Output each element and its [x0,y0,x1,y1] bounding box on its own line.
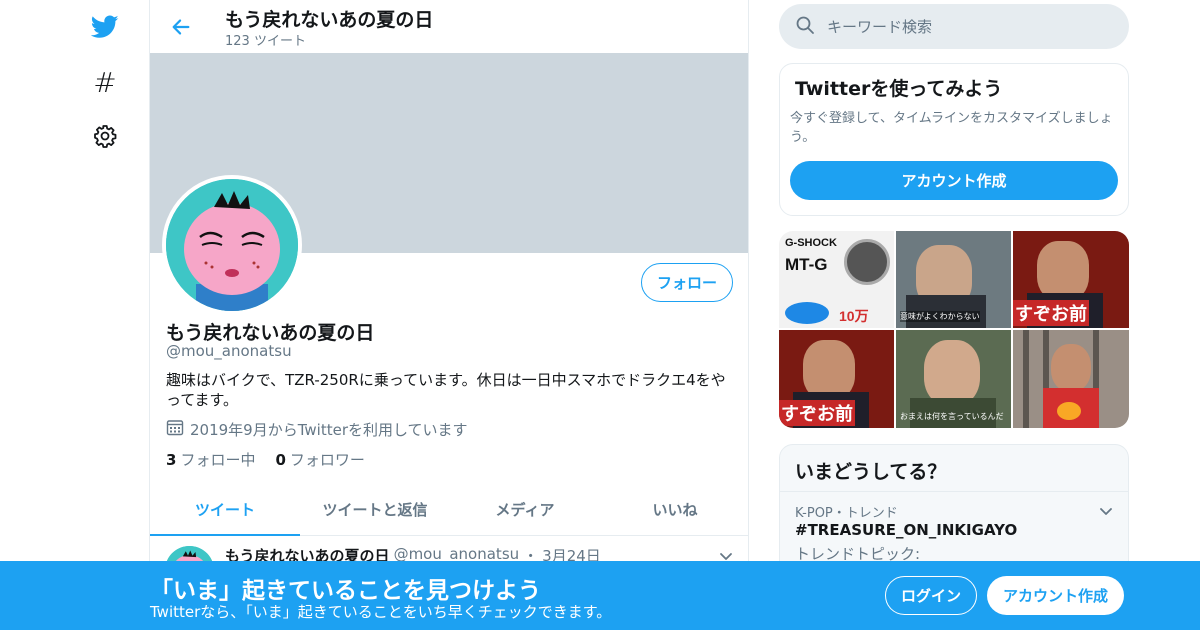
trend-item[interactable]: #TREASURE_ON_INKIGAYO [795,521,1017,539]
trend-meta: K-POP・トレンド [795,506,898,521]
follow-button[interactable]: フォロー [641,263,733,302]
header-title: もう戻れないあの夏の日 [225,9,434,31]
left-nav: # [80,0,130,630]
media-grid: G-SHOCK MT-G 10万 意味がよくわからない すぞお前 すぞお前 おま… [779,231,1129,428]
tweet-count: 123 ツイート [225,34,306,49]
watch-ad-image[interactable]: G-SHOCK MT-G 10万 [779,231,894,328]
signup-card: Twitterを使ってみよう 今すぐ登録して、タイムラインをカスタマイズしましょ… [779,63,1129,216]
signup-card-title: Twitterを使ってみよう [795,78,1003,100]
press-conference-image[interactable]: 意味がよくわからない [896,231,1011,328]
fighter-in-cage-image[interactable] [1013,330,1129,428]
profile-name: もう戻れないあの夏の日 [166,322,375,344]
profile-tabs: ツイート ツイートと返信 メディア いいね [150,484,748,536]
signup-button[interactable]: アカウント作成 [987,576,1124,615]
twitter-bird-icon[interactable] [90,12,120,42]
profile-handle: @mou_anonatsu [166,342,292,360]
search-box[interactable]: キーワード検索 [779,4,1129,49]
signup-bottom-bar: 「いま」起きていることを見つけよう Twitterなら、「いま」起きていることを… [0,561,1200,630]
avatar[interactable] [162,175,302,315]
search-icon [795,15,815,39]
hashtag-explore-icon[interactable]: # [90,66,120,99]
back-arrow-icon[interactable] [168,14,194,40]
profile-bio: 趣味はバイクで、TZR-250Rに乗っています。休日は一日中スマホでドラクエ4を… [166,371,726,409]
signup-card-description: 今すぐ登録して、タイムラインをカスタマイズしましょう。 [790,111,1113,145]
chevron-down-icon[interactable] [1098,503,1114,523]
trends-divider [780,491,1128,492]
bottom-bar-title: 「いま」起きていることを見つけよう [150,578,541,604]
trends-title: いまどうしてる？ [795,461,947,483]
search-input[interactable]: キーワード検索 [827,16,932,37]
tab-likes[interactable]: いいね [600,484,748,535]
tab-tweets[interactable]: ツイート [150,484,300,536]
profile-stats: 3 フォロー中 0 フォロワー [166,449,365,470]
tab-media[interactable]: メディア [450,484,600,535]
following-link[interactable]: 3 フォロー中 [166,449,255,470]
calendar-icon [166,418,184,440]
gear-icon[interactable] [90,121,120,151]
tab-tweets-and-replies[interactable]: ツイートと返信 [300,484,450,535]
joined-text: 2019年9月からTwitterを利用しています [190,420,468,439]
tv-show-image[interactable]: すぞお前 [1013,231,1129,328]
followers-link[interactable]: 0 フォロワー [275,449,364,470]
profile-column: もう戻れないあの夏の日 123 ツイート フォロー もう戻れないあの夏の日 @m… [149,0,749,630]
create-account-button[interactable]: アカウント作成 [790,161,1118,200]
login-button[interactable]: ログイン [885,576,977,615]
tv-show-image[interactable]: すぞお前 [779,330,894,428]
man-portrait-image[interactable]: おまえは何を言っているんだ [896,330,1011,428]
profile-header: もう戻れないあの夏の日 123 ツイート [150,0,748,53]
profile-joined: 2019年9月からTwitterを利用しています [166,418,468,440]
bottom-bar-subtitle: Twitterなら、「いま」起きていることをいち早くチェックできます。 [150,603,612,621]
